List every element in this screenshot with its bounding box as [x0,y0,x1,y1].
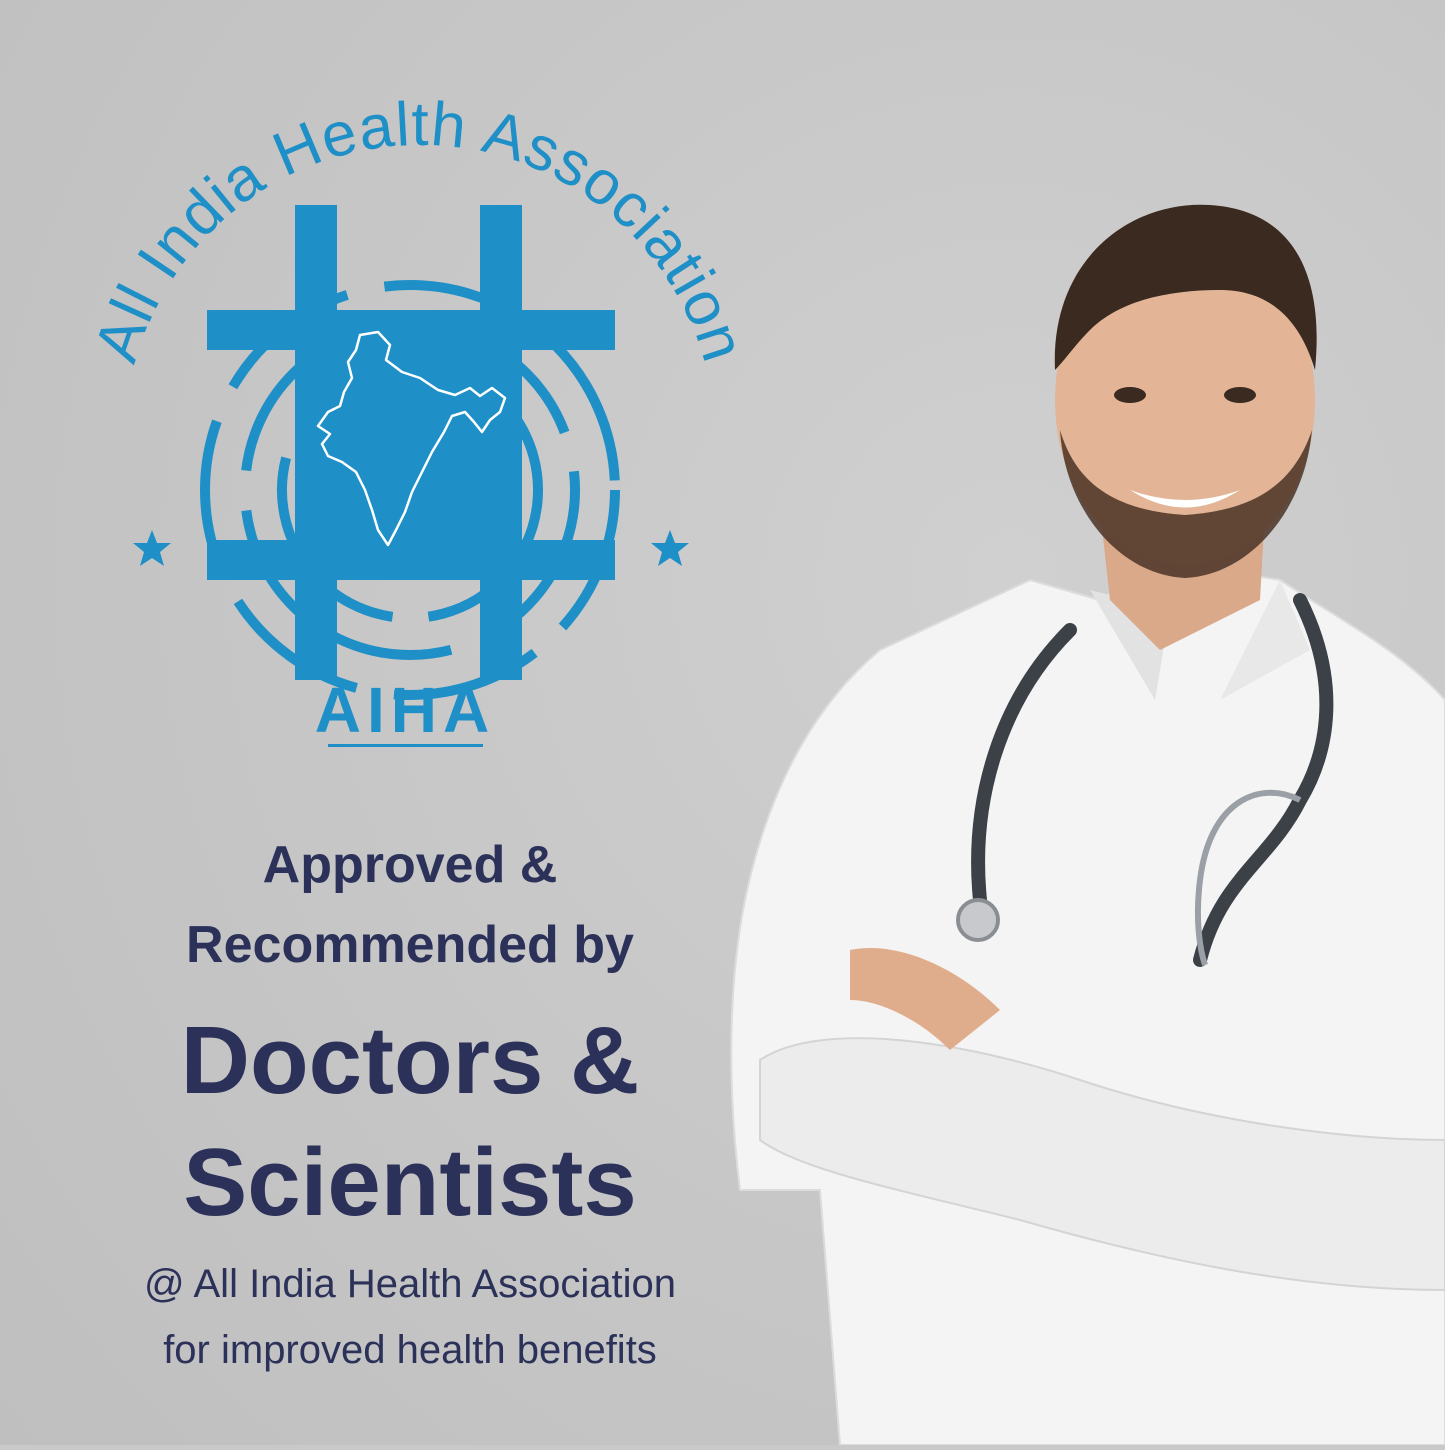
advertisement-canvas: All India Health Association AIHA Approv… [0,0,1445,1446]
right-star-icon [651,530,689,566]
left-eye [1114,387,1146,403]
logo-underline [328,744,483,747]
subtext-association: @ All India Health Association [143,1262,676,1306]
aiha-logo-graphic: All India Health Association AIHA [82,90,757,747]
headline-doctors: Doctors & [180,1007,640,1114]
right-eye [1224,387,1256,403]
stethoscope-chestpiece [956,898,1000,942]
headline-approved: Approved & [262,836,558,894]
headline-recommended-by: Recommended by [186,916,634,974]
doctor-photo [700,180,1445,1446]
lab-coat [730,558,1445,1446]
subtext-benefits: for improved health benefits [163,1328,657,1372]
logo-abbreviation: AIHA [315,674,495,746]
left-star-icon [133,530,171,566]
aiha-logo: All India Health Association AIHA [60,60,780,760]
headline-scientists: Scientists [183,1129,637,1236]
doctor-illustration [730,204,1445,1446]
